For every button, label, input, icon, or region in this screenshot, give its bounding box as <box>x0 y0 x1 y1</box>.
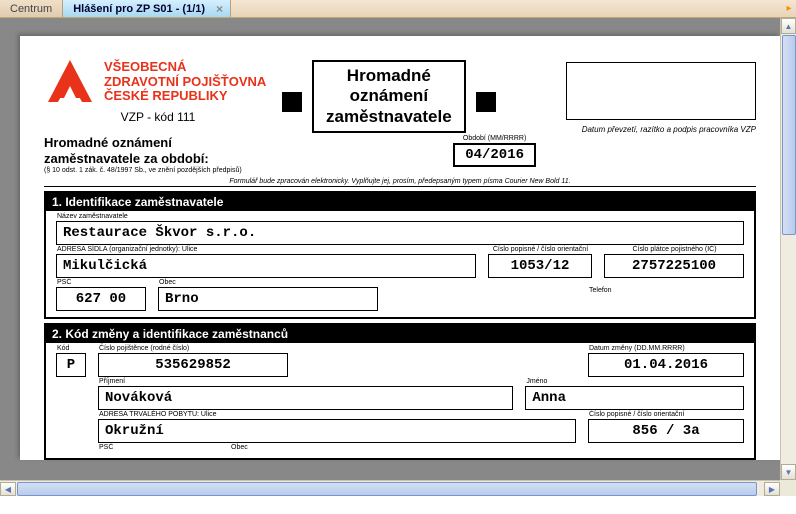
header-row: VŠEOBECNÁ ZDRAVOTNÍ POJIŠŤOVNA ČESKÉ REP… <box>44 58 756 133</box>
scrollbar-vertical[interactable]: ▲ ▼ <box>780 18 796 480</box>
tab-close-icon[interactable]: × <box>213 2 226 16</box>
title-line1: Hromadné <box>326 66 452 86</box>
tab-bar: Centrum Hlášení pro ZP S01 - (1/1) × ▸ <box>0 0 796 18</box>
employer-name-field[interactable]: Restaurace Škvor s.r.o. <box>56 221 744 245</box>
processing-footnote: Formulář bude zpracován elektronicky. Vy… <box>44 178 756 187</box>
vzp-logo-text: VŠEOBECNÁ ZDRAVOTNÍ POJIŠŤOVNA ČESKÉ REP… <box>104 60 266 105</box>
document-viewport: VŠEOBECNÁ ZDRAVOTNÍ POJIŠŤOVNA ČESKÉ REP… <box>0 18 796 496</box>
section-employer: 1. Identifikace zaměstnavatele Název zam… <box>44 191 756 319</box>
employer-addr-field[interactable]: Mikulčická <box>56 254 476 278</box>
legal-note: (§ 10 odst. 1 zák. č. 48/1997 Sb., ve zn… <box>44 167 242 174</box>
period-label: Období (MM/RRRR) <box>453 135 536 142</box>
tab-overflow-icon[interactable]: ▸ <box>782 0 796 17</box>
tab-centrum[interactable]: Centrum <box>0 0 63 17</box>
title-line2: oznámení <box>326 86 452 106</box>
label-emp-code: Kód <box>56 345 86 353</box>
form-page: VŠEOBECNÁ ZDRAVOTNÍ POJIŠŤOVNA ČESKÉ REP… <box>20 36 780 460</box>
section-employees: 2. Kód změny a identifikace zaměstnanců … <box>44 323 756 460</box>
emp-date-field[interactable]: 01.04.2016 <box>588 353 744 377</box>
vzp-logo-icon <box>44 58 96 106</box>
label-emp-surname: Příjmení <box>98 378 513 386</box>
section1-title: 1. Identifikace zaměstnavatele <box>46 193 754 211</box>
employer-cp-field[interactable]: 1053/12 <box>488 254 592 278</box>
tab-label: Hlášení pro ZP S01 - (1/1) <box>73 3 205 15</box>
scroll-down-icon[interactable]: ▼ <box>781 464 796 480</box>
marker-square-left <box>282 92 302 112</box>
label-employer-ic: Číslo plátce pojistného (IČ) <box>604 246 744 254</box>
scroll-corner <box>780 480 796 496</box>
document-canvas: VŠEOBECNÁ ZDRAVOTNÍ POJIŠŤOVNA ČESKÉ REP… <box>0 18 780 480</box>
label-emp-date: Datum změny (DD.MM.RRRR) <box>588 345 744 353</box>
scrollbar-horizontal[interactable]: ◀ ▶ <box>0 480 780 496</box>
label-emp-psc: PSČ <box>98 444 158 452</box>
emp-street-field[interactable]: Okružní <box>98 419 576 443</box>
scroll-up-icon[interactable]: ▲ <box>781 18 796 34</box>
scroll-left-icon[interactable]: ◀ <box>0 482 16 496</box>
emp-firstname-field[interactable]: Anna <box>525 386 744 410</box>
label-emp-city: Obec <box>230 444 248 452</box>
scroll-right-icon[interactable]: ▶ <box>764 482 780 496</box>
marker-square-right <box>476 92 496 112</box>
tab-hlaseni[interactable]: Hlášení pro ZP S01 - (1/1) × <box>63 0 231 17</box>
label-employer-phone: Telefon <box>588 287 744 295</box>
label-employer-addr: ADRESA SÍDLA (organizační jednotky): Uli… <box>56 246 476 254</box>
logo-line2: ZDRAVOTNÍ POJIŠŤOVNA <box>104 75 266 90</box>
announce-line2: zaměstnavatele za období: <box>44 151 242 167</box>
tab-spacer <box>231 0 782 17</box>
scroll-thumb-vertical[interactable] <box>782 35 796 235</box>
label-employer-name: Název zaměstnavatele <box>56 213 744 221</box>
announce-line1: Hromadné oznámení <box>44 135 242 151</box>
employer-city-field[interactable]: Brno <box>158 287 378 311</box>
section2-title: 2. Kód změny a identifikace zaměstnanců <box>46 325 754 343</box>
period-row: Hromadné oznámení zaměstnavatele za obdo… <box>44 135 756 174</box>
emp-rc-field[interactable]: 535629852 <box>98 353 288 377</box>
label-emp-cp: Číslo popisné / číslo orientační <box>588 411 744 419</box>
vzp-logo-block: VŠEOBECNÁ ZDRAVOTNÍ POJIŠŤOVNA ČESKÉ REP… <box>44 58 272 106</box>
emp-surname-field[interactable]: Nováková <box>98 386 513 410</box>
scroll-thumb-horizontal[interactable] <box>17 482 757 496</box>
employer-ic-field[interactable]: 2757225100 <box>604 254 744 278</box>
logo-line1: VŠEOBECNÁ <box>104 60 266 75</box>
label-emp-firstname: Jméno <box>525 378 744 386</box>
label-employer-cp: Číslo popisné / číslo orientační <box>488 246 592 254</box>
employer-psc-field[interactable]: 627 00 <box>56 287 146 311</box>
receipt-caption: Datum převzetí, razítko a podpis pracovn… <box>566 125 756 134</box>
vzp-code: VZP - kód 111 <box>44 110 272 124</box>
form-title-box: Hromadné oznámení zaměstnavatele <box>312 60 466 133</box>
label-employer-city: Obec <box>158 279 378 287</box>
label-emp-rc: Číslo pojištěnce (rodné číslo) <box>98 345 288 353</box>
title-line3: zaměstnavatele <box>326 107 452 127</box>
period-field[interactable]: 04/2016 <box>453 143 536 167</box>
employer-phone-field[interactable] <box>588 295 744 311</box>
label-employer-psc: PSČ <box>56 279 146 287</box>
receipt-stamp-box <box>566 62 756 120</box>
emp-code-field[interactable]: P <box>56 353 86 377</box>
label-emp-street: ADRESA TRVALÉHO POBYTU: Ulice <box>98 411 576 419</box>
emp-cp-field[interactable]: 856 / 3a <box>588 419 744 443</box>
logo-line3: ČESKÉ REPUBLIKY <box>104 89 266 104</box>
